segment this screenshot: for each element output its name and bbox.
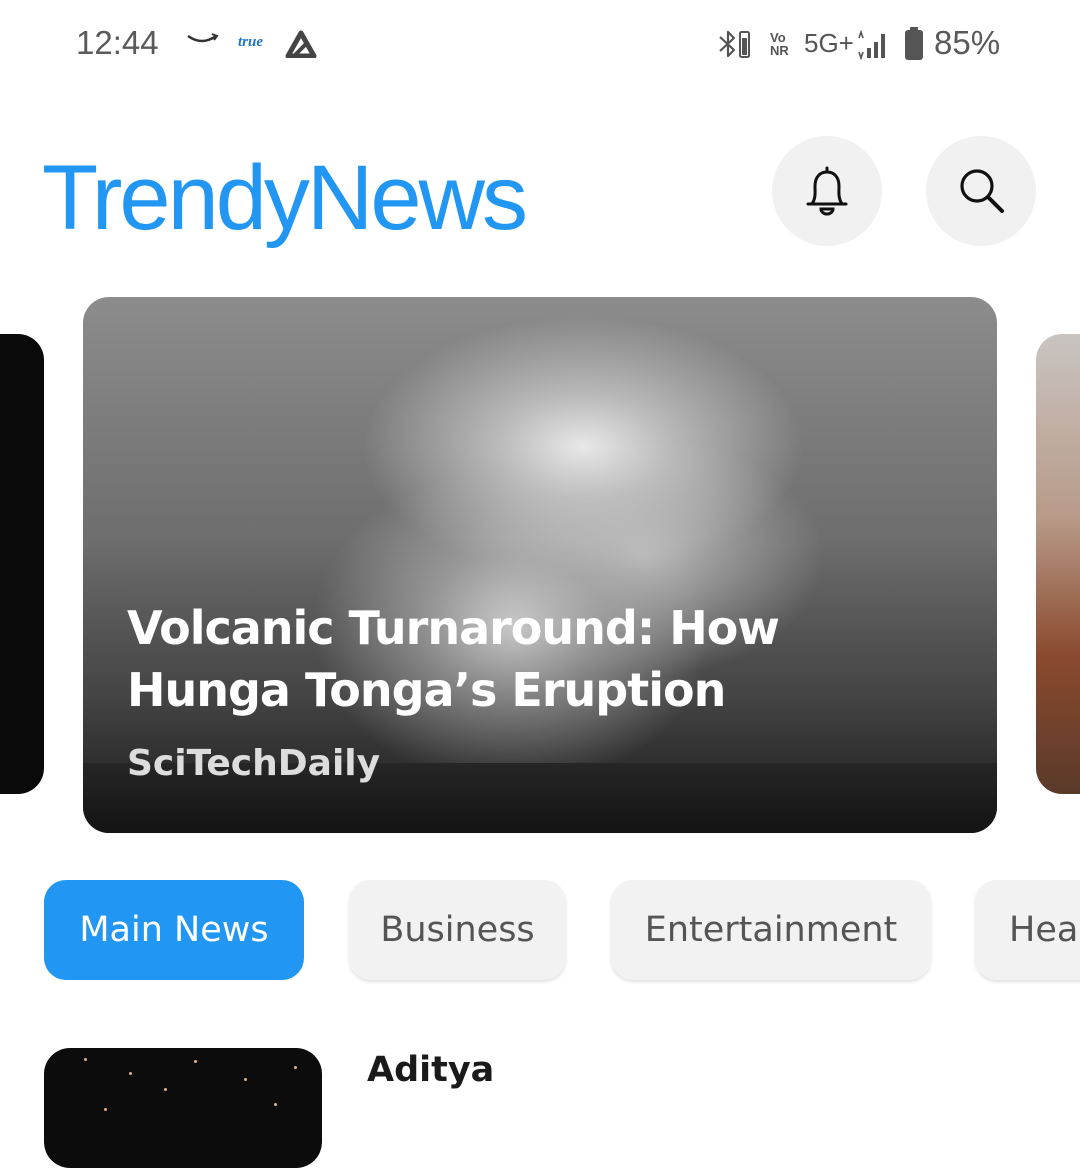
battery-percent: 85% (934, 24, 1001, 61)
bell-icon (806, 166, 848, 216)
bluetooth-icon (719, 30, 750, 58)
category-chip-health[interactable]: Hea (975, 880, 1080, 980)
signal-icon (858, 29, 885, 60)
app-title: TrendyNews (42, 147, 528, 249)
status-bar: 12:44 true Vo NR 5G+ 85% (0, 0, 1080, 90)
notifications-button[interactable] (772, 136, 882, 246)
vonr-icon: Vo NR (770, 30, 789, 58)
a-app-icon (285, 30, 317, 58)
amazon-icon (187, 33, 219, 43)
featured-title: Volcanic Turnaround: How Hunga Tonga’s E… (127, 601, 780, 717)
network-type: 5G+ (804, 28, 854, 58)
featured-article-card[interactable]: Volcanic Turnaround: How Hunga Tonga’s E… (83, 297, 997, 833)
search-button[interactable] (926, 136, 1036, 246)
article-author: Aditya (367, 1050, 495, 1090)
category-chip-entertainment[interactable]: Entertainment (611, 880, 931, 980)
true-logo-icon: true (238, 34, 264, 50)
status-time: 12:44 (76, 24, 159, 61)
carousel-card-previous[interactable] (0, 334, 44, 794)
battery-icon (905, 27, 923, 60)
article-thumbnail[interactable] (44, 1048, 322, 1168)
carousel-card-next[interactable] (1036, 334, 1080, 794)
category-chip-main-news[interactable]: Main News (44, 880, 304, 980)
category-chip-business[interactable]: Business (349, 880, 566, 980)
featured-source: SciTechDaily (127, 743, 381, 784)
search-icon (960, 169, 1004, 213)
